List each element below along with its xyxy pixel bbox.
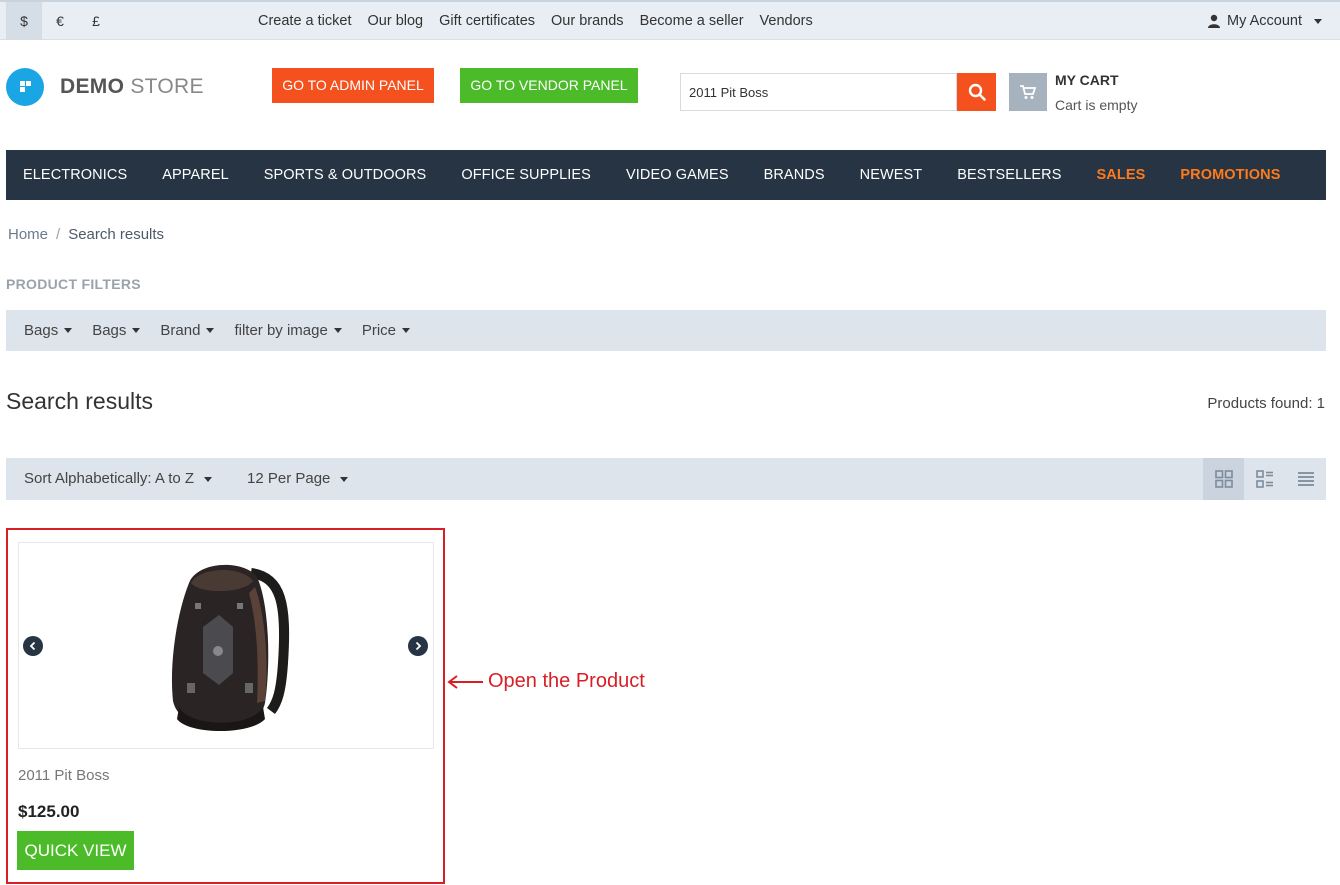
chevron-down-icon xyxy=(402,328,410,333)
per-page-label: 12 Per Page xyxy=(247,470,331,487)
nav-sales[interactable]: SALES xyxy=(1097,167,1146,183)
nav-newest[interactable]: NEWEST xyxy=(860,167,923,183)
filters-bar: Bags Bags Brand filter by image Price xyxy=(6,310,1326,351)
user-icon xyxy=(1208,14,1221,28)
per-page-select[interactable]: 12 Per Page xyxy=(247,458,349,500)
chevron-down-icon xyxy=(333,328,342,333)
breadcrumb-current: Search results xyxy=(68,226,165,243)
currency-gbp[interactable]: £ xyxy=(78,2,114,40)
cart-title[interactable]: MY CART xyxy=(1055,72,1119,88)
chevron-down-icon xyxy=(1314,18,1322,24)
go-to-vendor-panel-button[interactable]: GO TO VENDOR PANEL xyxy=(460,68,638,103)
filter-label: Bags xyxy=(24,322,59,339)
filter-label: filter by image xyxy=(234,322,328,339)
product-image[interactable] xyxy=(18,542,434,749)
cart-button[interactable] xyxy=(1009,73,1047,111)
chevron-down-icon xyxy=(204,476,213,482)
nav-electronics[interactable]: ELECTRONICS xyxy=(23,167,127,183)
breadcrumb-home[interactable]: Home xyxy=(8,226,48,243)
filter-label: Bags xyxy=(92,322,127,339)
logo-icon xyxy=(6,68,44,106)
nav-office-supplies[interactable]: OFFICE SUPPLIES xyxy=(461,167,591,183)
quick-view-button[interactable]: QUICK VIEW xyxy=(17,831,134,870)
chevron-down-icon xyxy=(206,328,215,333)
filter-by-image[interactable]: filter by image xyxy=(234,322,342,339)
logo-text: DEMO STORE xyxy=(60,75,204,99)
chevron-left-icon xyxy=(29,641,36,651)
chevron-down-icon xyxy=(132,328,141,333)
chevron-down-icon xyxy=(64,328,73,333)
filter-brand[interactable]: Brand xyxy=(160,322,215,339)
top-bar: $ € £ Create a ticket Our blog Gift cert… xyxy=(0,0,1340,40)
sort-bar: Sort Alphabetically: A to Z 12 Per Page xyxy=(6,458,1326,500)
filter-label: Price xyxy=(361,322,396,339)
main-nav: ELECTRONICS APPAREL SPORTS & OUTDOORS OF… xyxy=(6,150,1326,200)
product-filters-title: PRODUCT FILTERS xyxy=(6,276,141,292)
carousel-prev-button[interactable] xyxy=(23,636,43,656)
breadcrumb: Home / Search results xyxy=(8,226,164,243)
filter-bags-1[interactable]: Bags xyxy=(24,322,73,339)
link-our-blog[interactable]: Our blog xyxy=(368,13,424,29)
nav-promotions[interactable]: PROMOTIONS xyxy=(1180,167,1280,183)
store-logo[interactable]: DEMO STORE xyxy=(6,68,204,106)
link-create-ticket[interactable]: Create a ticket xyxy=(258,13,352,29)
logo-text-light: STORE xyxy=(130,75,204,98)
breadcrumb-separator: / xyxy=(56,226,61,243)
carousel-next-button[interactable] xyxy=(408,636,428,656)
chevron-right-icon xyxy=(415,641,422,651)
link-our-brands[interactable]: Our brands xyxy=(551,13,624,29)
link-vendors[interactable]: Vendors xyxy=(760,13,813,29)
grid-view-icon xyxy=(1214,470,1233,488)
compact-list-icon xyxy=(1297,472,1314,486)
product-name-link[interactable]: 2011 Pit Boss xyxy=(18,767,109,784)
nav-apparel[interactable]: APPAREL xyxy=(162,167,229,183)
view-list-button[interactable] xyxy=(1244,458,1285,500)
arrow-left-icon xyxy=(447,674,483,689)
view-compact-button[interactable] xyxy=(1285,458,1326,500)
annotation: Open the Product xyxy=(446,670,645,693)
top-links: Create a ticket Our blog Gift certificat… xyxy=(258,2,813,40)
currency-usd[interactable]: $ xyxy=(6,2,42,40)
link-become-seller[interactable]: Become a seller xyxy=(640,13,744,29)
view-grid-button[interactable] xyxy=(1203,458,1244,500)
page-title: Search results xyxy=(6,388,154,414)
list-view-icon xyxy=(1255,470,1273,488)
backpack-image xyxy=(171,564,290,731)
nav-sports-outdoors[interactable]: SPORTS & OUTDOORS xyxy=(264,167,427,183)
nav-bestsellers[interactable]: BESTSELLERS xyxy=(957,167,1061,183)
search-icon xyxy=(968,83,986,101)
my-account-label: My Account xyxy=(1227,13,1302,29)
cart-icon xyxy=(1020,85,1037,99)
products-found-count: Products found: 1 xyxy=(1207,395,1325,412)
currency-eur[interactable]: € xyxy=(42,2,78,40)
chevron-down-icon xyxy=(340,476,349,482)
sort-select[interactable]: Sort Alphabetically: A to Z xyxy=(24,458,213,500)
nav-video-games[interactable]: VIDEO GAMES xyxy=(626,167,729,183)
filter-bags-2[interactable]: Bags xyxy=(92,322,141,339)
product-price: $125.00 xyxy=(18,802,80,821)
nav-brands[interactable]: BRANDS xyxy=(764,167,825,183)
logo-text-bold: DEMO xyxy=(60,75,125,98)
filter-label: Brand xyxy=(160,322,201,339)
filter-price[interactable]: Price xyxy=(362,322,410,339)
my-account-menu[interactable]: My Account xyxy=(1207,2,1322,40)
annotation-text: Open the Product xyxy=(488,670,645,692)
sort-label: Sort Alphabetically: A to Z xyxy=(24,470,195,487)
go-to-admin-panel-button[interactable]: GO TO ADMIN PANEL xyxy=(272,68,434,103)
cart-status: Cart is empty xyxy=(1055,97,1138,113)
search-button[interactable] xyxy=(957,73,996,111)
link-gift-certificates[interactable]: Gift certificates xyxy=(439,13,535,29)
search-input[interactable] xyxy=(680,73,957,111)
